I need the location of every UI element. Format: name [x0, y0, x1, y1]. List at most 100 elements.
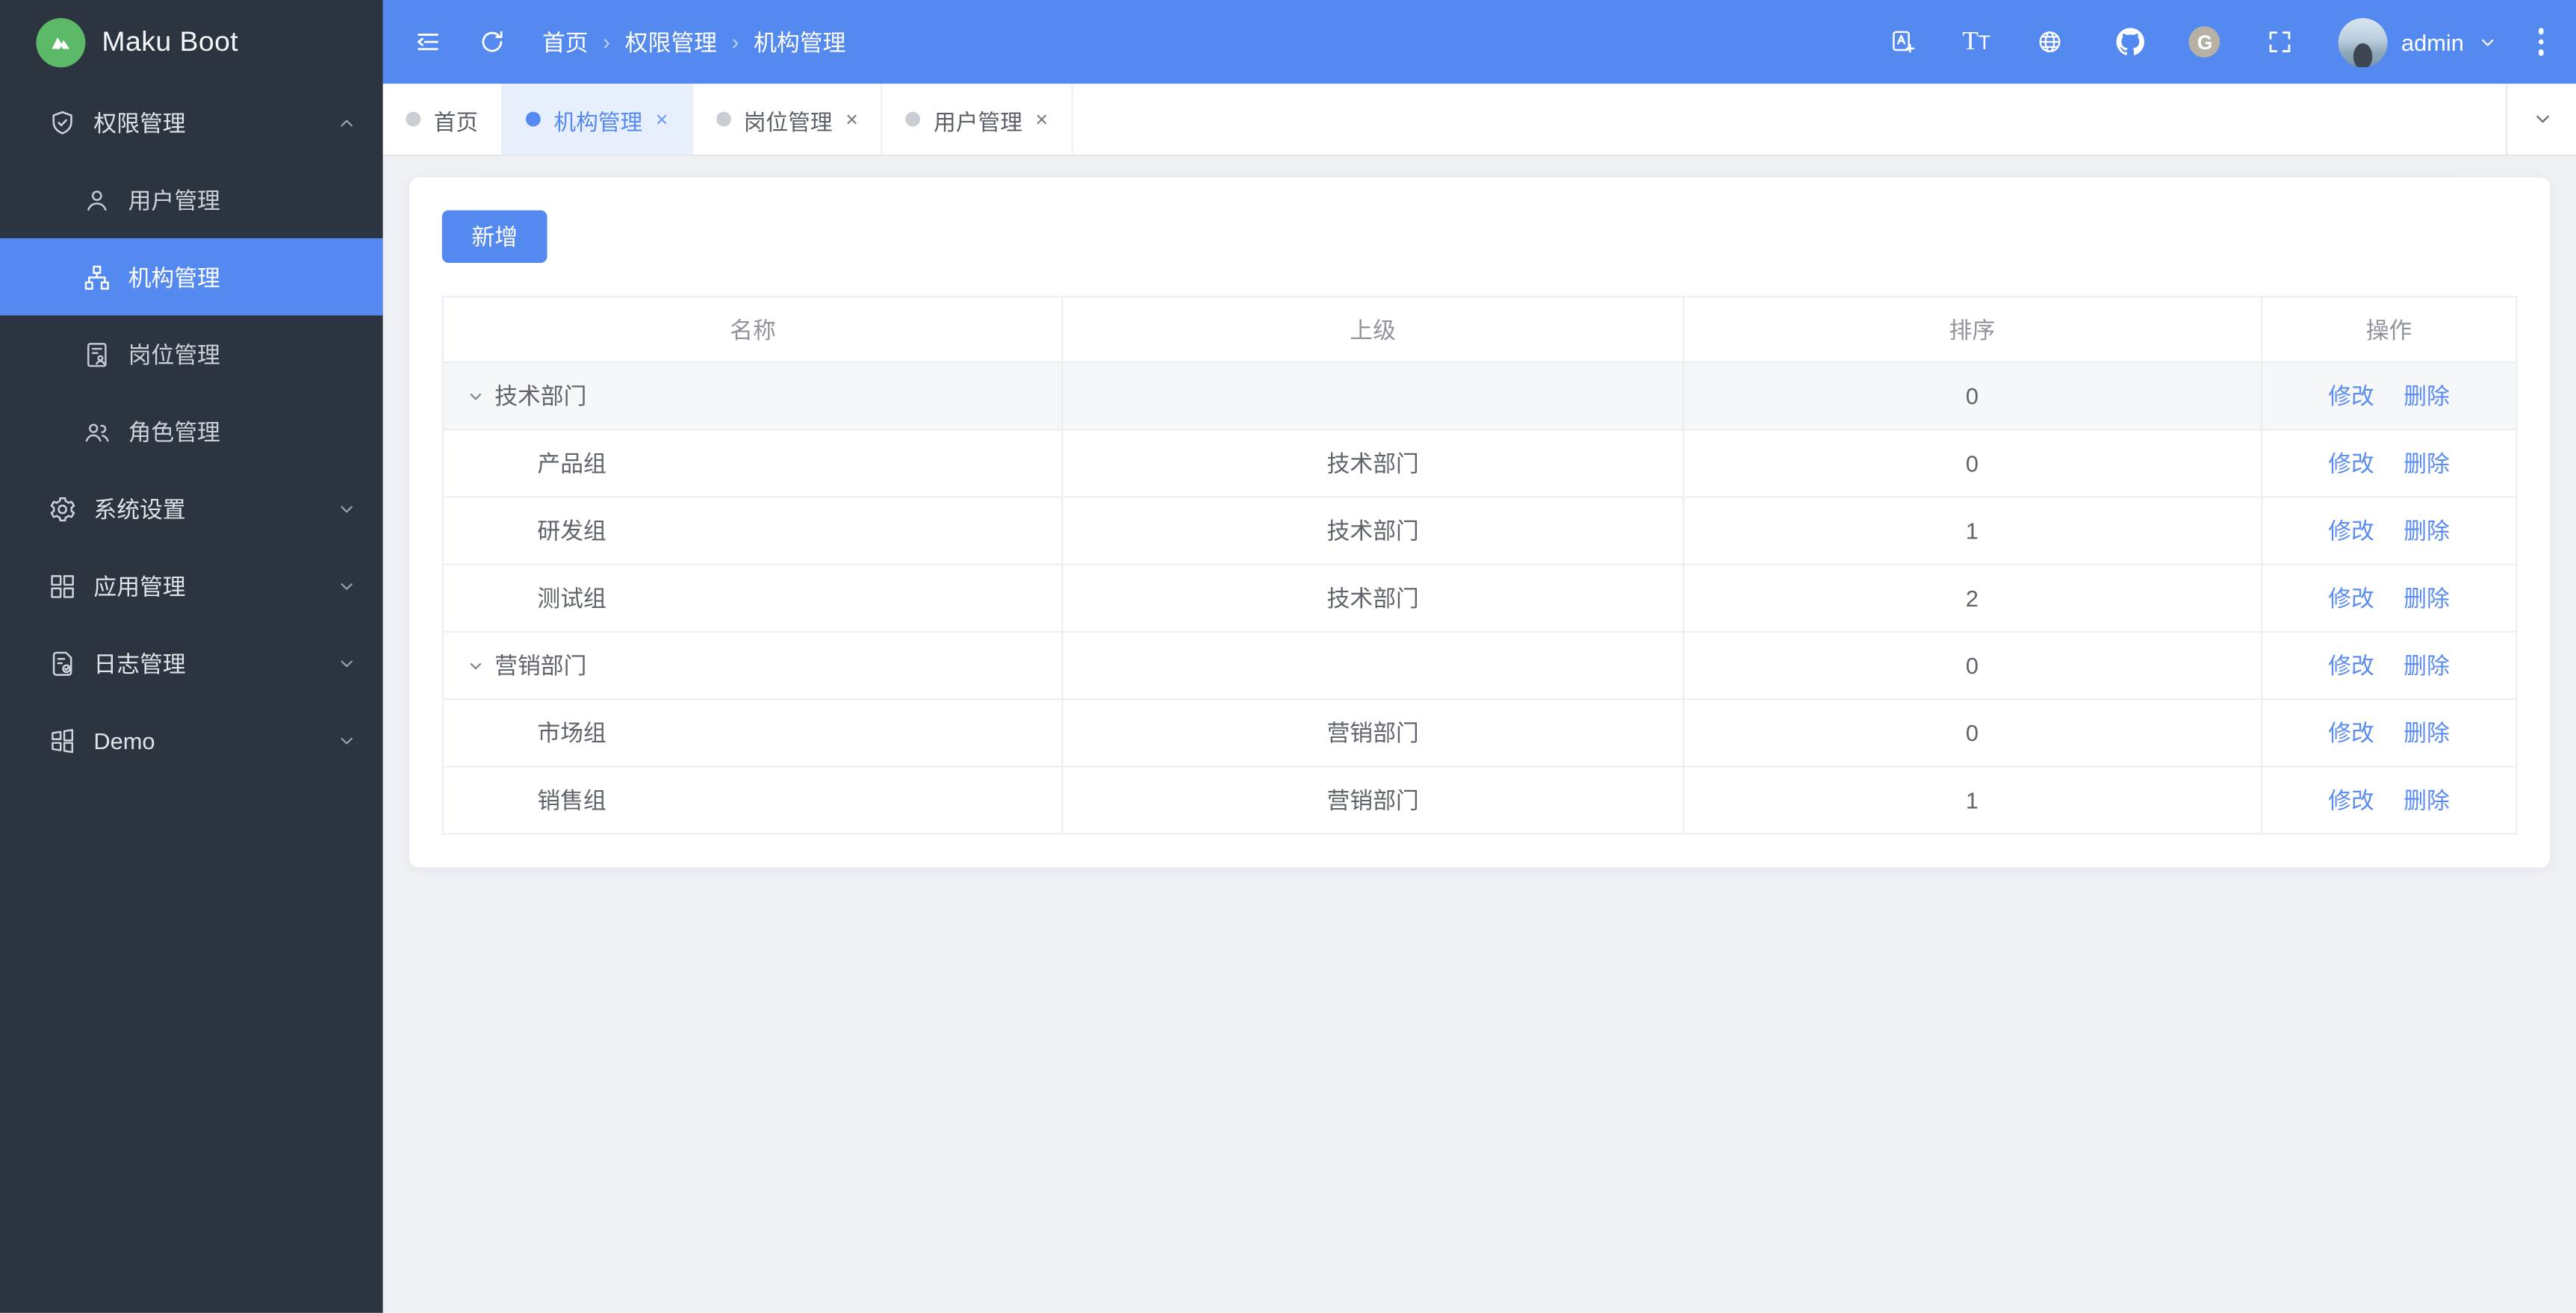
- add-button[interactable]: 新增: [441, 210, 547, 263]
- translate-icon[interactable]: [1882, 21, 1925, 63]
- sidebar-item-系统设置[interactable]: 系统设置: [0, 470, 383, 547]
- menu-fold-icon[interactable]: [406, 21, 448, 63]
- tab-岗位管理[interactable]: 岗位管理 ×: [693, 84, 883, 155]
- tabs-dropdown-button[interactable]: [2506, 84, 2576, 155]
- tab-label: 机构管理: [553, 109, 643, 134]
- sidebar-item-label: 权限管理: [93, 109, 186, 136]
- logo[interactable]: Maku Boot: [0, 0, 383, 84]
- name-cell: 产品组: [441, 429, 1064, 498]
- sidebar-item-label: 岗位管理: [128, 341, 220, 367]
- chevron-down-icon: [337, 730, 356, 750]
- sidebar-item-机构管理[interactable]: 机构管理: [0, 238, 383, 316]
- sort-cell: 1: [1682, 766, 2262, 835]
- tab-status-dot: [526, 111, 541, 127]
- font-size-icon[interactable]: TT: [1962, 28, 1990, 55]
- tab-首页[interactable]: 首页: [383, 84, 503, 155]
- avatar: [2338, 17, 2389, 67]
- sidebar-item-label: 应用管理: [93, 572, 186, 599]
- more-menu-icon[interactable]: [2535, 22, 2548, 62]
- sidebar-item-label: Demo: [93, 727, 155, 754]
- sidebar-item-角色管理[interactable]: 角色管理: [0, 393, 383, 470]
- tab-label: 用户管理: [934, 109, 1022, 134]
- sort-cell: 0: [1682, 429, 2262, 498]
- org-name: 产品组: [537, 450, 606, 477]
- actions-cell: 修改 删除: [2260, 563, 2518, 633]
- log-doc-icon: [48, 648, 78, 678]
- chevron-down-icon: [337, 576, 356, 595]
- delete-link[interactable]: 删除: [2403, 652, 2450, 678]
- refresh-icon[interactable]: [470, 21, 512, 63]
- org-name: 销售组: [537, 786, 606, 813]
- name-cell: 销售组: [441, 766, 1064, 835]
- apps-grid-icon: [48, 571, 78, 601]
- tab-机构管理[interactable]: 机构管理 ×: [503, 84, 693, 155]
- org-name: 营销部门: [494, 652, 587, 679]
- tab-label: 岗位管理: [743, 109, 833, 134]
- sidebar-item-label: 系统设置: [93, 495, 186, 522]
- delete-link[interactable]: 删除: [2403, 720, 2450, 746]
- actions-cell: 修改 删除: [2260, 630, 2518, 701]
- column-header: 操作: [2260, 296, 2518, 364]
- chevron-up-icon: [337, 113, 356, 132]
- sidebar-item-岗位管理[interactable]: 岗位管理: [0, 315, 383, 392]
- breadcrumb-separator: ›: [603, 29, 610, 55]
- shield-check-icon: [48, 108, 78, 137]
- table-header-row: 名称 上级 排序 操作: [441, 296, 2518, 364]
- tab-bar: 首页 机构管理 × 岗位管理 × 用户管理 ×: [382, 84, 2576, 156]
- delete-link[interactable]: 删除: [2403, 383, 2450, 409]
- fullscreen-icon[interactable]: [2259, 21, 2301, 63]
- org-name: 测试组: [537, 585, 606, 612]
- sort-cell: 0: [1682, 361, 2262, 431]
- username: admin: [2400, 28, 2464, 55]
- edit-link[interactable]: 修改: [2328, 585, 2374, 611]
- content-area: 新增 名称 上级 排序 操作 技术部门 0 修改 删除 产品组 技术部门 0 修改 删…: [382, 156, 2576, 1313]
- tab-close-icon[interactable]: ×: [1035, 108, 1048, 130]
- expand-toggle-chevron-icon[interactable]: [467, 656, 485, 674]
- sidebar-item-label: 机构管理: [128, 264, 220, 291]
- chevron-down-icon: [337, 654, 356, 673]
- actions-cell: 修改 删除: [2260, 766, 2518, 835]
- tab-status-dot: [406, 111, 421, 127]
- globe-icon[interactable]: [2029, 21, 2071, 63]
- actions-cell: 修改 删除: [2260, 429, 2518, 498]
- breadcrumb-item[interactable]: 机构管理: [754, 25, 845, 58]
- parent-cell: 营销部门: [1061, 766, 1684, 835]
- edit-link[interactable]: 修改: [2328, 720, 2374, 746]
- delete-link[interactable]: 删除: [2403, 518, 2450, 544]
- sidebar-item-权限管理[interactable]: 权限管理: [0, 84, 383, 161]
- sidebar-item-label: 角色管理: [128, 418, 220, 445]
- sidebar-item-应用管理[interactable]: 应用管理: [0, 547, 383, 624]
- tab-close-icon[interactable]: ×: [845, 108, 858, 130]
- breadcrumb-item[interactable]: 权限管理: [625, 25, 717, 58]
- tab-close-icon[interactable]: ×: [656, 108, 668, 130]
- tab-label: 首页: [433, 109, 479, 134]
- sidebar-item-label: 日志管理: [93, 650, 186, 677]
- delete-link[interactable]: 删除: [2403, 787, 2450, 813]
- user-menu[interactable]: admin: [2338, 17, 2497, 67]
- tab-用户管理[interactable]: 用户管理 ×: [883, 84, 1073, 155]
- name-cell: 技术部门: [441, 361, 1064, 431]
- parent-cell: 技术部门: [1061, 496, 1684, 565]
- parent-cell: 技术部门: [1061, 429, 1684, 498]
- edit-link[interactable]: 修改: [2328, 450, 2374, 477]
- edit-link[interactable]: 修改: [2328, 652, 2374, 678]
- sidebar-item-日志管理[interactable]: 日志管理: [0, 624, 383, 701]
- sidebar-item-用户管理[interactable]: 用户管理: [0, 161, 383, 238]
- sidebar: Maku Boot 权限管理用户管理机构管理岗位管理角色管理系统设置应用管理日志…: [0, 0, 383, 1313]
- delete-link[interactable]: 删除: [2403, 450, 2450, 477]
- sidebar-item-Demo[interactable]: Demo: [0, 701, 383, 778]
- edit-link[interactable]: 修改: [2328, 383, 2374, 409]
- actions-cell: 修改 删除: [2260, 698, 2518, 768]
- table-row: 销售组 营销部门 1 修改 删除: [441, 766, 2518, 835]
- gear-icon: [48, 494, 78, 524]
- gitee-icon[interactable]: G: [2189, 26, 2220, 58]
- edit-link[interactable]: 修改: [2328, 787, 2374, 813]
- breadcrumb-separator: ›: [731, 29, 739, 55]
- breadcrumb-item[interactable]: 首页: [542, 25, 589, 58]
- expand-toggle-chevron-icon[interactable]: [467, 387, 485, 405]
- chevron-down-icon: [2477, 32, 2497, 52]
- org-name: 研发组: [537, 518, 606, 544]
- edit-link[interactable]: 修改: [2328, 518, 2374, 544]
- github-icon[interactable]: [2108, 21, 2151, 63]
- delete-link[interactable]: 删除: [2403, 585, 2450, 611]
